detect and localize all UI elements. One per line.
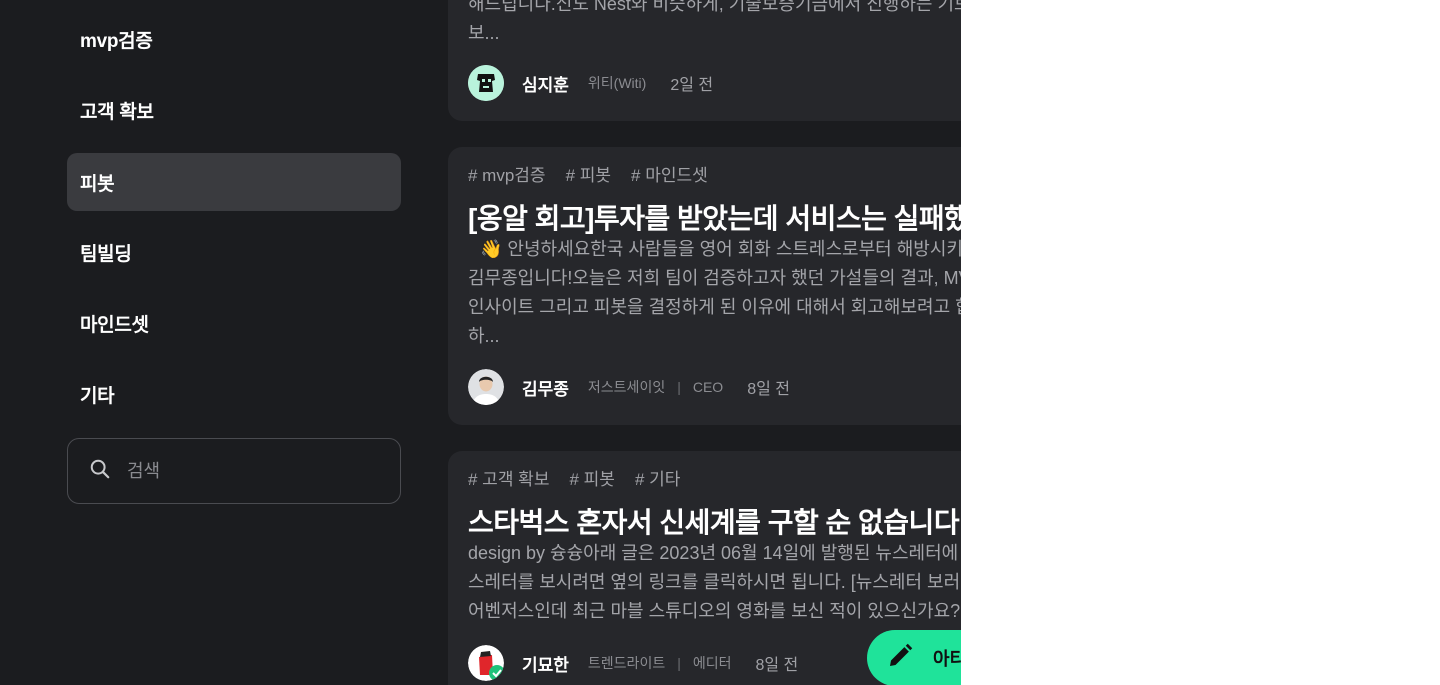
author-role: 에디터 <box>692 655 732 671</box>
author-row: 김무종 저스트세이잇 | CEO 8일 전 <box>468 369 790 405</box>
tag[interactable]: # 피봇 <box>566 161 611 186</box>
meta-separator: | <box>677 379 681 395</box>
sidebar-item-label: 마인드셋 <box>80 314 149 336</box>
author-company: 트렌드라이트 <box>587 655 666 671</box>
tag[interactable]: # 고객 확보 <box>468 465 549 490</box>
pencil-icon <box>885 641 915 676</box>
post-excerpt: 👋 안녕하세요한국 사람들을 영어 회화 스트레스로부터 해방시키고 김무종입니… <box>468 235 961 351</box>
post-time: 8일 전 <box>747 381 790 398</box>
excerpt-line: 김무종입니다!오늘은 저희 팀이 검증하고자 했던 가설들의 결과, MVP <box>468 268 961 288</box>
avatar[interactable] <box>468 369 504 405</box>
tag[interactable]: # 피봇 <box>569 465 614 490</box>
excerpt-line: 👋 안녕하세요한국 사람들을 영어 회화 스트레스로부터 해방시키고 <box>480 239 961 259</box>
app-root: mvp검증 고객 확보 피봇 팀빌딩 마인드셋 기타 해드립니다.신도 Nest… <box>0 0 961 685</box>
sidebar-item-customer[interactable]: 고객 확보 <box>67 81 401 139</box>
write-article-button[interactable]: 아티클 작성 <box>867 630 961 685</box>
search-icon <box>89 458 111 485</box>
post-card[interactable]: 해드립니다.신도 Nest와 비슷하게, 기술보증기금에서 진행하는 기보 보.… <box>448 0 961 121</box>
sidebar-item-label: mvp검증 <box>80 30 153 52</box>
excerpt-line: 하... <box>468 326 500 346</box>
tag[interactable]: # 마인드셋 <box>631 161 708 186</box>
search-input[interactable] <box>127 460 367 482</box>
excerpt-line: 보... <box>468 23 500 43</box>
author-company: 저스트세이잇 <box>587 379 666 395</box>
post-excerpt: 해드립니다.신도 Nest와 비슷하게, 기술보증기금에서 진행하는 기보 보.… <box>468 0 961 48</box>
author-role: CEO <box>692 379 724 395</box>
sidebar-item-etc[interactable]: 기타 <box>67 365 401 423</box>
sidebar-item-teambuilding[interactable]: 팀빌딩 <box>67 223 401 281</box>
tag-list: # mvp검증 # 피봇 # 마인드셋 <box>468 161 708 186</box>
sidebar-item-pivot[interactable]: 피봇 <box>67 153 401 211</box>
search-box[interactable] <box>67 438 401 504</box>
sidebar-item-label: 기타 <box>80 385 115 407</box>
author-row: 심지훈 위티(Witi) 2일 전 <box>468 65 713 101</box>
author-row: 기묘한 트렌드라이트 | 에디터 8일 전 <box>468 645 798 681</box>
post-excerpt: design by 슝슝아래 글은 2023년 06월 14일에 발행된 뉴스레… <box>468 539 961 626</box>
sidebar-item-label: 고객 확보 <box>80 101 154 123</box>
meta-separator: | <box>677 655 681 671</box>
author-company: 위티(Witi) <box>587 75 647 91</box>
author-name[interactable]: 기묘한 <box>522 651 569 676</box>
sidebar-item-label: 팀빌딩 <box>80 243 132 265</box>
author-name[interactable]: 김무종 <box>522 375 569 400</box>
author-name[interactable]: 심지훈 <box>522 71 569 96</box>
tag-list: # 고객 확보 # 피봇 # 기타 <box>468 465 680 490</box>
excerpt-line: 해드립니다.신도 Nest와 비슷하게, 기술보증기금에서 진행하는 기보 <box>468 0 961 14</box>
tag[interactable]: # 기타 <box>635 465 680 490</box>
avatar[interactable] <box>468 65 504 101</box>
excerpt-line: 스레터를 보시려면 옆의 링크를 클릭하시면 됩니다. [뉴스레터 보러 <box>468 572 961 592</box>
post-time: 8일 전 <box>755 657 799 674</box>
write-button-label: 아티클 작성 <box>933 649 961 669</box>
excerpt-line: 인사이트 그리고 피봇을 결정하게 된 이유에 대해서 회고해보려고 합 <box>468 297 961 317</box>
avatar[interactable] <box>468 645 504 681</box>
sidebar-item-label: 피봇 <box>80 173 115 195</box>
sidebar-item-mindset[interactable]: 마인드셋 <box>67 294 401 352</box>
post-title[interactable]: 스타벅스 혼자서 신세계를 구할 순 없습니다 <box>468 501 960 541</box>
post-title[interactable]: [옹알 회고]투자를 받았는데 서비스는 실패했다 <box>468 197 961 237</box>
post-card[interactable]: # mvp검증 # 피봇 # 마인드셋 [옹알 회고]투자를 받았는데 서비스는… <box>448 147 961 425</box>
excerpt-line: design by 슝슝아래 글은 2023년 06월 14일에 발행된 뉴스레… <box>468 543 959 563</box>
post-time: 2일 전 <box>670 77 714 94</box>
excerpt-line: 어벤저스인데 최근 마블 스튜디오의 영화를 보신 적이 있으신가요? 이 <box>468 601 961 621</box>
sidebar-item-mvp[interactable]: mvp검증 <box>67 10 401 68</box>
tag[interactable]: # mvp검증 <box>468 161 546 186</box>
